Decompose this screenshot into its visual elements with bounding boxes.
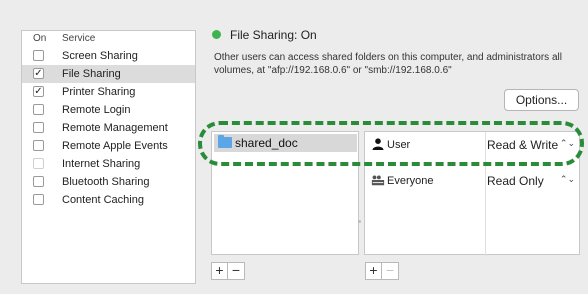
service-row-remote-management[interactable]: Remote Management	[22, 119, 195, 137]
user-row[interactable]: Everyone Read Only ⌃⌄	[365, 170, 579, 192]
services-list-header: On Service	[22, 31, 195, 47]
service-label: Printer Sharing	[62, 86, 136, 98]
service-row-file-sharing[interactable]: ✓ File Sharing	[22, 65, 195, 83]
service-label: Remote Apple Events	[62, 140, 168, 152]
service-label: Content Caching	[62, 194, 144, 206]
add-folder-button[interactable]: +	[211, 262, 228, 280]
permission-value: Read & Write	[487, 138, 559, 152]
permission-value: Read Only	[487, 174, 544, 188]
folder-icon	[218, 135, 232, 148]
service-row-remote-apple-events[interactable]: Remote Apple Events	[22, 137, 195, 155]
remove-user-button[interactable]: −	[382, 262, 399, 280]
service-checkbox[interactable]	[33, 176, 44, 187]
status-description: Other users can access shared folders on…	[214, 52, 562, 76]
service-row-content-caching[interactable]: Content Caching	[22, 191, 195, 209]
options-button[interactable]: Options...	[504, 89, 579, 111]
shared-folder-row[interactable]: shared_doc	[214, 134, 357, 152]
users-permissions-list: User Read & Write ⌃⌄ Everyone Read Only …	[364, 131, 580, 256]
permission-select[interactable]: Read Only ⌃⌄	[487, 174, 577, 190]
service-label: Remote Login	[62, 104, 131, 116]
status-title: File Sharing: On	[230, 28, 317, 42]
service-checkbox[interactable]	[33, 104, 44, 115]
column-header-service: Service	[62, 33, 96, 44]
services-list: On Service Screen Sharing ✓ File Sharing…	[21, 30, 196, 284]
permission-select[interactable]: Read & Write ⌃⌄	[487, 138, 577, 154]
service-label: Screen Sharing	[62, 50, 138, 62]
column-header-on: On	[33, 33, 47, 44]
shared-folders-list: shared_doc	[211, 131, 359, 255]
service-row-screen-sharing[interactable]: Screen Sharing	[22, 47, 195, 65]
service-checkbox[interactable]	[33, 158, 44, 169]
service-checkbox[interactable]	[33, 50, 44, 61]
service-checkbox[interactable]: ✓	[33, 86, 44, 97]
shared-folder-label: shared_doc	[235, 136, 298, 150]
service-row-remote-login[interactable]: Remote Login	[22, 101, 195, 119]
group-icon	[371, 175, 385, 186]
user-name: Everyone	[387, 175, 434, 187]
user-icon	[372, 138, 384, 150]
split-divider-handle[interactable]	[358, 220, 361, 223]
service-checkbox[interactable]: ✓	[33, 68, 44, 79]
service-label: Bluetooth Sharing	[62, 176, 150, 188]
up-down-chevron-icon: ⌃⌄	[559, 174, 575, 184]
status-indicator-icon	[212, 30, 221, 39]
add-user-button[interactable]: +	[365, 262, 382, 280]
service-checkbox[interactable]	[33, 140, 44, 151]
up-down-chevron-icon: ⌃⌄	[559, 138, 575, 148]
user-name: User	[387, 139, 411, 151]
folders-add-remove: + −	[211, 262, 245, 280]
user-row[interactable]: User Read & Write ⌃⌄	[365, 134, 579, 156]
service-checkbox[interactable]	[33, 194, 44, 205]
service-label: Internet Sharing	[62, 158, 141, 170]
service-row-internet-sharing[interactable]: Internet Sharing	[22, 155, 195, 173]
remove-folder-button[interactable]: −	[228, 262, 245, 280]
service-row-printer-sharing[interactable]: ✓ Printer Sharing	[22, 83, 195, 101]
users-add-remove: + −	[365, 262, 399, 280]
service-label: File Sharing	[62, 68, 121, 80]
service-label: Remote Management	[62, 122, 168, 134]
service-checkbox[interactable]	[33, 122, 44, 133]
service-row-bluetooth-sharing[interactable]: Bluetooth Sharing	[22, 173, 195, 191]
